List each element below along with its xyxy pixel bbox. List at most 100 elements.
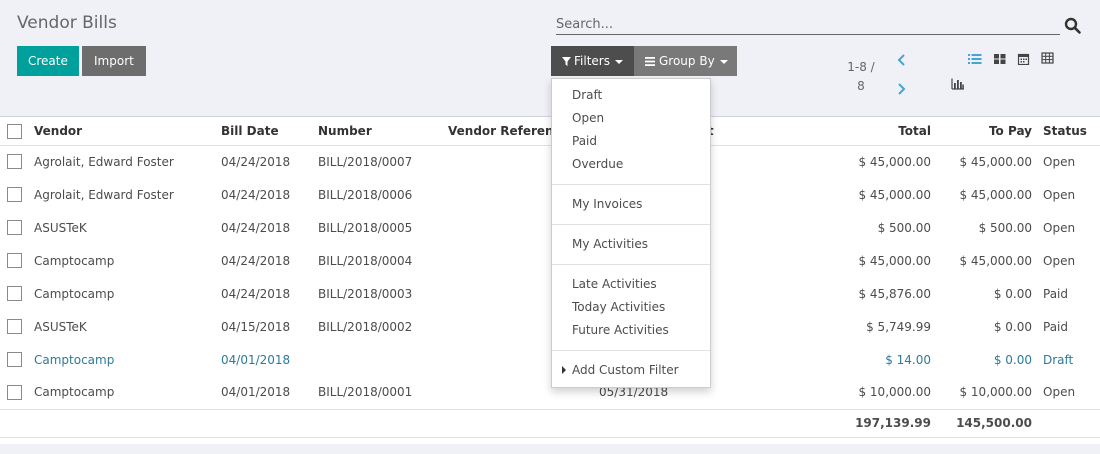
- cell-number: BILL/2018/0007: [318, 154, 413, 169]
- cell-total: $ 45,876.00: [858, 286, 931, 301]
- table-row[interactable]: Camptocamp 04/24/2018 BILL/2018/0003 $ 4…: [0, 277, 1100, 310]
- search-input[interactable]: [556, 13, 1060, 35]
- filter-paid[interactable]: Paid: [572, 134, 597, 148]
- table-row[interactable]: ASUSTeK 04/15/2018 BILL/2018/0002 $ 5,74…: [0, 310, 1100, 343]
- search-icon[interactable]: [1064, 17, 1082, 35]
- row-checkbox[interactable]: [7, 253, 22, 268]
- cell-to-pay: $ 0.00: [993, 286, 1032, 301]
- cell-to-pay: $ 500.00: [978, 220, 1032, 235]
- cell-bill-date: 04/15/2018: [221, 319, 291, 334]
- column-header-to-pay[interactable]: To Pay: [937, 118, 1038, 146]
- cell-to-pay: $ 45,000.00: [959, 187, 1032, 202]
- row-checkbox[interactable]: [7, 154, 22, 170]
- footer-total: 197,139.99: [740, 408, 937, 438]
- column-header-bill-date[interactable]: Bill Date: [221, 118, 318, 146]
- caret-right-icon: [562, 366, 566, 374]
- filter-draft[interactable]: Draft: [572, 88, 602, 102]
- column-header-number[interactable]: Number: [318, 118, 448, 146]
- dropdown-divider: [552, 184, 710, 185]
- cell-total: $ 500.00: [877, 220, 931, 235]
- group-by-button[interactable]: Group By: [634, 46, 737, 76]
- row-checkbox[interactable]: [7, 286, 22, 301]
- cell-number: BILL/2018/0002: [318, 319, 413, 334]
- pivot-view-icon[interactable]: [1041, 52, 1055, 64]
- cell-number: BILL/2018/0003: [318, 286, 413, 301]
- filter-icon: [562, 57, 571, 66]
- chevron-left-icon[interactable]: [897, 54, 907, 66]
- table-row[interactable]: Agrolait, Edward Foster 04/24/2018 BILL/…: [0, 145, 1100, 178]
- cell-to-pay: $ 45,000.00: [959, 253, 1032, 268]
- caret-down-icon: [614, 59, 623, 64]
- cell-status: Open: [1043, 154, 1076, 169]
- cell-status: Open: [1043, 220, 1076, 235]
- column-header-total[interactable]: Total: [740, 118, 937, 146]
- cell-vendor: Camptocamp: [34, 352, 115, 367]
- cell-number: BILL/2018/0004: [318, 253, 413, 268]
- cell-total: $ 45,000.00: [858, 154, 931, 169]
- cell-vendor: Camptocamp: [34, 286, 115, 301]
- cell-bill-date: 04/24/2018: [221, 220, 291, 235]
- row-checkbox[interactable]: [7, 220, 22, 235]
- add-custom-filter[interactable]: Add Custom Filter: [572, 363, 679, 377]
- cell-bill-date: 04/01/2018: [221, 352, 291, 367]
- table-row[interactable]: ASUSTeK 04/24/2018 BILL/2018/0005 00008 …: [0, 211, 1100, 244]
- cell-total: $ 14.00: [885, 352, 931, 367]
- caret-down-icon: [719, 59, 728, 64]
- row-checkbox[interactable]: [7, 187, 22, 202]
- pager[interactable]: 1-8 / 8: [836, 58, 886, 96]
- cell-vendor: Agrolait, Edward Foster: [34, 187, 174, 202]
- dropdown-divider: [552, 350, 710, 351]
- dropdown-divider: [552, 224, 710, 225]
- filter-today-activities[interactable]: Today Activities: [572, 300, 665, 314]
- cell-vendor: Camptocamp: [34, 385, 115, 400]
- search-bar: [556, 13, 1060, 35]
- filters-button[interactable]: Filters: [551, 46, 634, 76]
- row-checkbox[interactable]: [7, 352, 22, 367]
- pager-total: 8: [857, 79, 865, 93]
- group-by-label: Group By: [659, 54, 715, 68]
- calendar-view-icon[interactable]: [1017, 53, 1031, 65]
- cell-vendor: ASUSTeK: [34, 319, 87, 334]
- select-all-checkbox[interactable]: [7, 123, 22, 139]
- filter-overdue[interactable]: Overdue: [572, 157, 623, 171]
- page-title: Vendor Bills: [17, 13, 117, 33]
- column-header-vendor[interactable]: Vendor: [34, 118, 221, 146]
- filter-my-invoices[interactable]: My Invoices: [572, 197, 642, 211]
- cell-status: Open: [1043, 187, 1076, 202]
- filter-future-activities[interactable]: Future Activities: [572, 323, 669, 337]
- control-panel: Vendor Bills Create Import Filters Group…: [0, 0, 1100, 117]
- table-row[interactable]: Camptocamp 04/01/2018 BILL/2018/0001 05/…: [0, 376, 1100, 409]
- pager-range: 1-8 /: [847, 60, 875, 74]
- cell-status: Draft: [1043, 352, 1074, 367]
- table-row[interactable]: Camptocamp 04/24/2018 BILL/2018/0004 $ 4…: [0, 244, 1100, 277]
- cell-status: Open: [1043, 253, 1076, 268]
- filter-late-activities[interactable]: Late Activities: [572, 277, 657, 291]
- chevron-right-icon[interactable]: [896, 83, 906, 95]
- cell-number: [318, 343, 448, 376]
- cell-total: $ 10,000.00: [858, 385, 931, 400]
- graph-view-icon[interactable]: [951, 78, 965, 90]
- footer-to-pay: 145,500.00: [937, 408, 1038, 438]
- vendor-bills-table: Vendor Bill Date Number Vendor Reference…: [0, 118, 1100, 438]
- table-row[interactable]: Camptocamp 04/01/2018 $ 14.00 $ 0.00 Dra…: [0, 343, 1100, 376]
- cell-to-pay: $ 45,000.00: [959, 154, 1032, 169]
- kanban-view-icon[interactable]: [993, 53, 1007, 65]
- cell-bill-date: 04/24/2018: [221, 286, 291, 301]
- row-checkbox[interactable]: [7, 384, 22, 400]
- import-button[interactable]: Import: [82, 46, 146, 76]
- cell-to-pay: $ 0.00: [993, 319, 1032, 334]
- column-header-status[interactable]: Status: [1038, 118, 1100, 146]
- row-checkbox[interactable]: [7, 319, 22, 334]
- filter-open[interactable]: Open: [572, 111, 604, 125]
- create-button[interactable]: Create: [17, 46, 79, 76]
- list-view-icon[interactable]: [968, 53, 982, 65]
- table-row[interactable]: Agrolait, Edward Foster 04/24/2018 BILL/…: [0, 178, 1100, 211]
- filter-my-activities[interactable]: My Activities: [572, 237, 648, 251]
- cell-vendor: Agrolait, Edward Foster: [34, 154, 174, 169]
- cell-vendor: Camptocamp: [34, 253, 115, 268]
- dropdown-divider: [552, 264, 710, 265]
- table-header-row: Vendor Bill Date Number Vendor Reference…: [0, 118, 1100, 146]
- cell-number: BILL/2018/0006: [318, 187, 413, 202]
- cell-to-pay: $ 0.00: [993, 352, 1032, 367]
- cell-total: $ 45,000.00: [858, 187, 931, 202]
